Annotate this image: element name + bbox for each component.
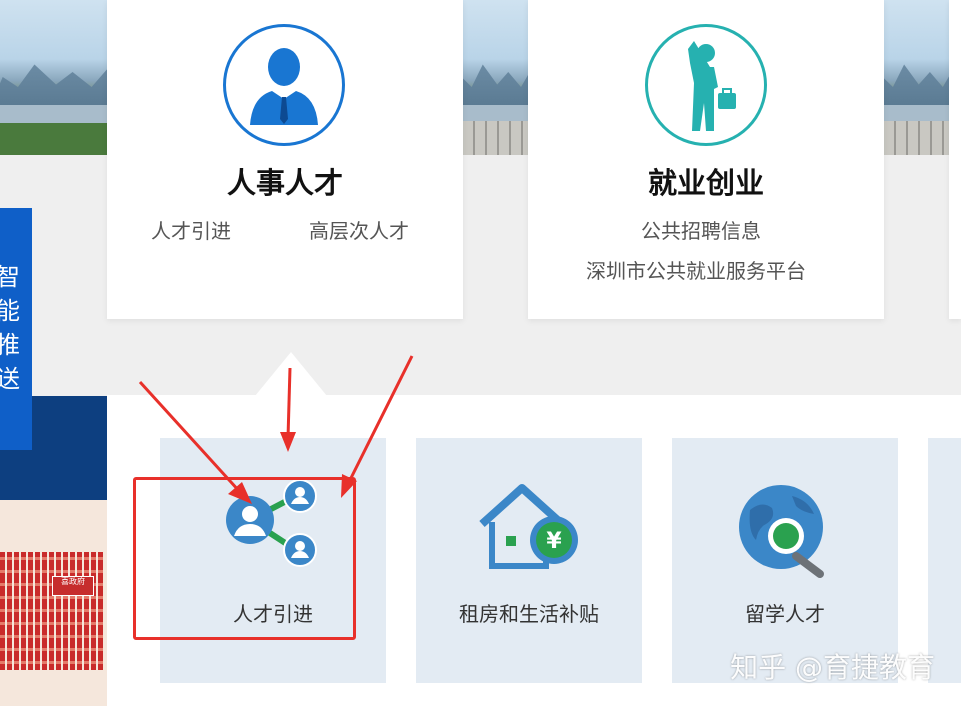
zhihu-watermark: 知乎 @育捷教育	[730, 651, 935, 684]
annotation-arrows	[138, 355, 414, 504]
